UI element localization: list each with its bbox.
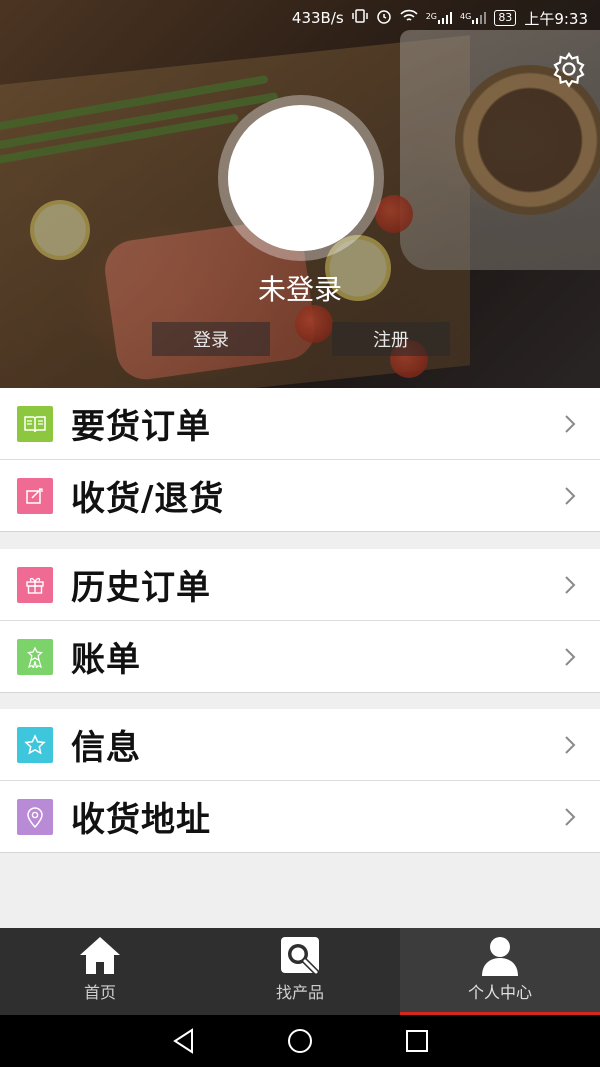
user-silhouette-icon (228, 105, 374, 251)
location-pin-icon (17, 798, 53, 835)
menu-group-account: 信息 收货地址 (0, 709, 600, 853)
chevron-right-icon (565, 735, 576, 754)
nav-profile-label: 个人中心 (467, 983, 532, 1002)
home-icon (80, 937, 120, 974)
avatar[interactable] (218, 95, 384, 261)
chevron-right-icon (565, 414, 576, 433)
menu-item-label: 收货地址 (71, 800, 211, 840)
settings-gear-icon[interactable] (550, 50, 588, 88)
menu-group-orders: 要货订单 收货/退货 (0, 388, 600, 532)
bottom-navigation: 首页 找产品 个人中心 (0, 928, 600, 1015)
menu-item-request-orders[interactable]: 要货订单 (0, 388, 600, 460)
edit-box-icon (17, 477, 53, 514)
search-product-icon (281, 937, 319, 975)
chevron-right-icon (565, 486, 576, 505)
network-speed: 433B/s (291, 9, 344, 27)
clock: 上午9:33 (524, 9, 588, 28)
nav-find-label: 找产品 (275, 983, 324, 1002)
back-triangle-icon[interactable] (170, 1027, 198, 1055)
vibrate-icon (351, 8, 368, 28)
login-button[interactable]: 登录 (152, 322, 270, 356)
nav-home[interactable]: 首页 (0, 928, 200, 1015)
menu-item-messages[interactable]: 信息 (0, 709, 600, 781)
gift-icon (17, 566, 53, 603)
status-bar: 433B/s 2G 4G 83 上午9:33 (0, 0, 600, 36)
signal-4g-icon: 4G (460, 12, 487, 24)
menu-item-label: 信息 (71, 728, 141, 768)
nav-profile[interactable]: 个人中心 (400, 928, 600, 1015)
menu-group-history: 历史订单 账单 (0, 549, 600, 693)
battery-icon: 83 (494, 10, 517, 26)
chevron-right-icon (565, 647, 576, 666)
nav-home-label: 首页 (83, 983, 116, 1002)
wifi-icon (400, 9, 418, 27)
menu-item-label: 历史订单 (71, 568, 211, 608)
star-icon (17, 726, 53, 763)
menu-item-receive-return[interactable]: 收货/退货 (0, 460, 600, 532)
menu-item-label: 账单 (71, 640, 141, 680)
alarm-icon (376, 8, 392, 28)
signal-2g-icon: 2G (426, 12, 453, 24)
register-button[interactable]: 注册 (332, 322, 450, 356)
user-icon (482, 937, 518, 976)
menu-item-history-orders[interactable]: 历史订单 (0, 549, 600, 621)
menu-item-label: 要货订单 (71, 407, 211, 447)
menu-item-label: 收货/退货 (71, 479, 225, 519)
system-navigation-bar (0, 1015, 600, 1067)
menu-item-address[interactable]: 收货地址 (0, 781, 600, 853)
award-icon (17, 638, 53, 675)
chevron-right-icon (565, 807, 576, 826)
home-circle-icon[interactable] (286, 1027, 314, 1055)
nav-find-products[interactable]: 找产品 (200, 928, 400, 1015)
recents-square-icon[interactable] (403, 1027, 431, 1055)
menu-item-bills[interactable]: 账单 (0, 621, 600, 693)
book-icon (17, 405, 53, 442)
chevron-right-icon (565, 575, 576, 594)
username-label: 未登录 (257, 273, 342, 306)
